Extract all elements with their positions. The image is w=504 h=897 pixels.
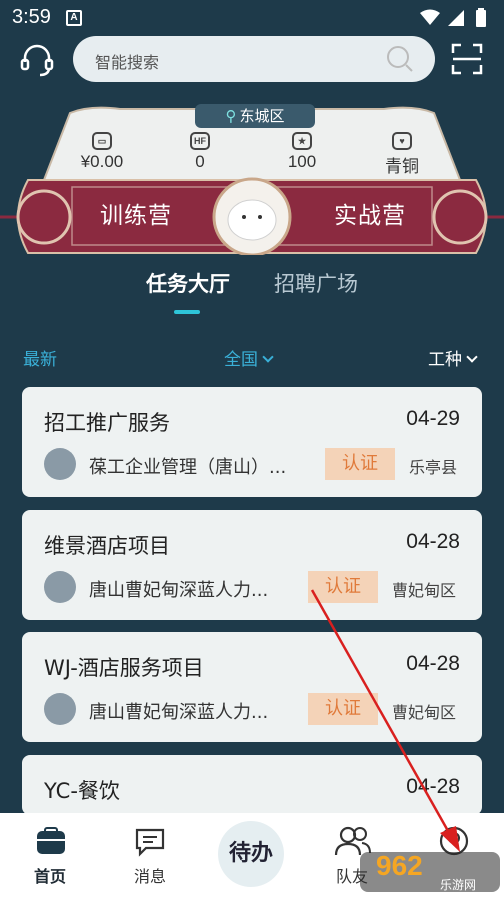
job-title: 维景酒店项目	[44, 534, 170, 558]
star-icon: ★	[292, 132, 312, 150]
company-logo-icon	[44, 693, 76, 725]
company-name: 唐山曹妃甸深蓝人力...	[89, 580, 269, 601]
job-date: 04-28	[406, 775, 460, 798]
wallet-icon: ▭	[92, 132, 112, 150]
nav-messages-label: 消息	[133, 867, 166, 886]
heart-icon: ♥	[392, 132, 412, 150]
job-area: 乐亭县	[409, 458, 458, 477]
stat-level-value: 青铜	[385, 157, 419, 176]
company-logo-icon	[44, 448, 76, 480]
watermark-subtext: 乐游网	[440, 878, 477, 892]
company-name: 唐山曹妃甸深蓝人力...	[89, 702, 269, 723]
home-icon	[37, 827, 65, 854]
filter-region[interactable]: 全国	[224, 345, 274, 370]
job-card[interactable]: 维景酒店项目 04-28 唐山曹妃甸深蓝人力... 认证 曹妃甸区	[22, 510, 482, 620]
job-area: 曹妃甸区	[392, 581, 457, 600]
chevron-down-icon	[466, 351, 478, 363]
nav-messages[interactable]: 消息	[110, 813, 190, 897]
job-card[interactable]: WJ-酒店服务项目 04-28 唐山曹妃甸深蓝人力... 认证 曹妃甸区	[22, 632, 482, 742]
signal-battery-icons	[420, 8, 486, 27]
stat-wallet-value: ¥0.00	[80, 152, 124, 171]
scan-icon[interactable]	[450, 42, 484, 76]
stat-wallet[interactable]: ▭ ¥0.00	[52, 132, 152, 172]
status-bar: 3:59 A	[0, 0, 504, 36]
company-logo-icon	[44, 571, 76, 603]
job-card[interactable]: 招工推广服务 04-29 葆工企业管理（唐山）... 认证 乐亭县	[22, 387, 482, 497]
job-title: 招工推广服务	[44, 411, 170, 435]
stat-hf[interactable]: HF 0	[150, 132, 250, 172]
location-text: 东城区	[239, 107, 285, 125]
company-name: 葆工企业管理（唐山）...	[89, 457, 287, 478]
tab-indicator	[174, 310, 200, 314]
filter-latest[interactable]: 最新	[23, 345, 57, 370]
filter-trade[interactable]: 工种	[428, 345, 478, 370]
combat-camp-button[interactable]: 实战营	[334, 196, 406, 230]
stat-star-value: 100	[287, 152, 317, 171]
job-title: YC-餐饮	[44, 779, 120, 803]
todo-button[interactable]: 待办	[218, 821, 284, 887]
filter-bar: 最新 全国 工种	[0, 342, 504, 372]
stat-hf-value: 0	[195, 152, 205, 171]
main-tabs: 任务大厅 招聘广场	[0, 268, 504, 318]
chevron-down-icon	[262, 351, 274, 363]
message-icon	[135, 828, 165, 857]
pin-icon: ⚲	[225, 107, 237, 125]
stat-level[interactable]: ♥ 青铜	[352, 132, 452, 177]
headset-icon[interactable]	[18, 42, 56, 80]
location-badge[interactable]: ⚲ 东城区	[195, 104, 315, 128]
top-bar: 智能搜索	[0, 36, 504, 86]
job-date: 04-28	[406, 652, 460, 675]
tab-task-hall[interactable]: 任务大厅	[146, 268, 230, 298]
search-placeholder: 智能搜索	[95, 53, 160, 72]
verified-badge: 认证	[308, 693, 378, 725]
job-date: 04-29	[406, 407, 460, 430]
status-time: 3:59	[12, 6, 51, 28]
job-title: WJ-酒店服务项目	[44, 656, 204, 680]
nav-home[interactable]: 首页	[10, 813, 90, 897]
training-camp-button[interactable]: 训练营	[100, 196, 172, 230]
job-card[interactable]: YC-餐饮 04-28	[22, 755, 482, 815]
search-icon[interactable]	[385, 44, 415, 74]
hf-icon: HF	[190, 132, 210, 150]
filter-trade-label: 工种	[428, 350, 462, 370]
stat-star[interactable]: ★ 100	[252, 132, 352, 172]
tab-recruitment[interactable]: 招聘广场	[274, 268, 358, 298]
filter-region-label: 全国	[224, 350, 258, 370]
nav-home-label: 首页	[33, 867, 66, 886]
search-input[interactable]: 智能搜索	[73, 36, 435, 82]
job-area: 曹妃甸区	[392, 703, 457, 722]
verified-badge: 认证	[325, 448, 395, 480]
watermark-text: 962	[376, 850, 423, 881]
notification-icon: A	[66, 10, 82, 26]
job-date: 04-28	[406, 530, 460, 553]
verified-badge: 认证	[308, 571, 378, 603]
